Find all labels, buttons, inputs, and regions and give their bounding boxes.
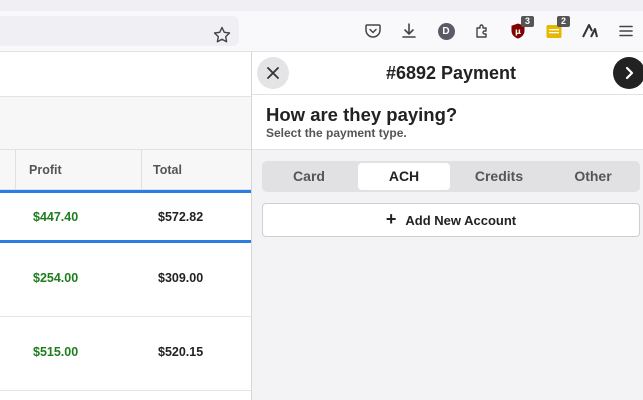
download-icon[interactable] (398, 20, 420, 42)
panel-header: #6892 Payment (252, 52, 643, 95)
total-cell: $520.15 (158, 345, 204, 359)
column-divider (141, 150, 142, 190)
plus-icon: + (385, 209, 397, 229)
close-button[interactable] (257, 57, 289, 89)
pocket-icon[interactable] (362, 20, 384, 42)
payment-question: How are they paying? (266, 104, 458, 125)
payment-question-section: How are they paying? Select the payment … (252, 95, 643, 150)
table-row[interactable]: $254.00 $309.00 (0, 243, 251, 317)
tab-credits[interactable]: Credits (453, 163, 545, 190)
profit-cell: $254.00 (33, 271, 79, 285)
table-toolbar (0, 52, 251, 97)
tab-other[interactable]: Other (548, 163, 638, 190)
extension-arc-icon[interactable] (579, 20, 601, 42)
extensions-icon[interactable] (471, 20, 493, 42)
chevron-right-icon (625, 66, 634, 80)
table-row[interactable]: $447.40 $572.82 (0, 190, 251, 243)
bookmark-star-icon[interactable] (212, 25, 232, 45)
tab-card[interactable]: Card (264, 163, 354, 190)
next-button[interactable] (613, 57, 643, 89)
table-header: Profit Total (0, 150, 251, 190)
tab-ach[interactable]: ACH (358, 163, 450, 190)
avatar-letter: D (437, 22, 455, 40)
table-filter-bar (0, 97, 251, 150)
svg-text:μ: μ (515, 27, 521, 36)
browser-tab-strip (0, 0, 643, 11)
total-cell: $572.82 (158, 210, 204, 224)
profit-cell: $515.00 (33, 345, 79, 359)
table-row[interactable]: $515.00 $520.15 (0, 317, 251, 391)
close-icon (267, 67, 279, 79)
profit-column-header[interactable]: Profit (29, 150, 62, 190)
menu-icon[interactable] (615, 20, 637, 42)
add-new-account-button[interactable]: + Add New Account (262, 203, 640, 237)
profile-avatar[interactable]: D (435, 20, 457, 42)
ublock-icon[interactable]: μ 3 (507, 16, 534, 42)
column-divider (15, 150, 16, 190)
profit-cell: $447.40 (33, 210, 79, 224)
extension-notes-icon[interactable]: 2 (543, 16, 570, 42)
total-column-header[interactable]: Total (153, 150, 182, 190)
notes-badge: 2 (557, 16, 570, 27)
panel-title: #6892 Payment (385, 63, 517, 83)
total-cell: $309.00 (158, 271, 204, 285)
ublock-badge: 3 (521, 16, 534, 27)
add-new-account-label: Add New Account (405, 212, 517, 228)
browser-toolbar: D μ 3 2 (0, 11, 643, 52)
orders-table-area: Profit Total $447.40 $572.82 $254.00 $30… (0, 52, 251, 400)
address-bar[interactable] (0, 16, 239, 46)
payment-type-tabs: Card ACH Credits Other (262, 161, 640, 192)
payment-panel: #6892 Payment How are they paying? Selec… (251, 52, 643, 400)
payment-subtitle: Select the payment type. (266, 126, 407, 140)
